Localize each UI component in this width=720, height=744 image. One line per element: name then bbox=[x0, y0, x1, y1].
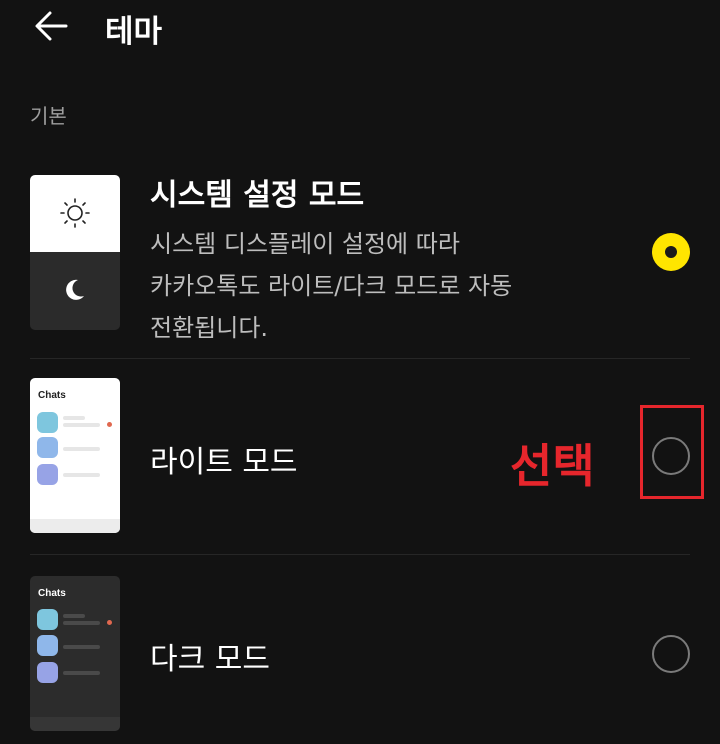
theme-option-light[interactable]: Chats 라이트 모드 bbox=[0, 365, 720, 550]
thumb-avatar bbox=[37, 609, 58, 630]
radio-dark[interactable] bbox=[652, 635, 690, 673]
annotation-label: 선택 bbox=[510, 439, 595, 493]
arrow-left-icon bbox=[35, 11, 68, 41]
light-mode-thumbnail: Chats bbox=[30, 378, 120, 533]
thumb-avatar bbox=[37, 635, 58, 656]
description-line: 전환됩니다. bbox=[150, 314, 269, 342]
dark-mode-thumbnail: Chats bbox=[30, 576, 120, 731]
app-header: 테마 bbox=[0, 0, 720, 60]
back-button[interactable] bbox=[30, 8, 74, 44]
thumb-line bbox=[63, 621, 100, 625]
system-mode-thumbnail bbox=[30, 175, 120, 330]
thumb-notification-dot bbox=[107, 422, 112, 427]
description-line: 카카오톡도 라이트/다크 모드로 자동 bbox=[150, 272, 513, 300]
thumb-chats-label: Chats bbox=[38, 588, 66, 599]
thumb-avatar bbox=[37, 662, 58, 683]
section-label: 기본 bbox=[30, 104, 67, 128]
thumb-line bbox=[63, 671, 100, 675]
radio-dot bbox=[665, 246, 677, 258]
thumb-avatar bbox=[37, 412, 58, 433]
thumb-line bbox=[63, 423, 100, 427]
system-mode-title: 시스템 설정 모드 bbox=[150, 178, 365, 213]
theme-option-dark[interactable]: Chats 다크 모드 bbox=[0, 562, 720, 744]
thumb-notification-dot bbox=[107, 620, 112, 625]
annotation-highlight-box bbox=[640, 405, 704, 499]
thumb-line bbox=[63, 614, 85, 618]
dark-mode-title: 다크 모드 bbox=[150, 642, 270, 677]
thumb-avatar bbox=[37, 464, 58, 485]
divider bbox=[30, 554, 690, 555]
thumb-line bbox=[63, 416, 85, 420]
thumb-line bbox=[63, 473, 100, 477]
thumb-avatar bbox=[37, 437, 58, 458]
moon-icon bbox=[66, 279, 84, 300]
light-mode-title: 라이트 모드 bbox=[150, 445, 298, 480]
page-title: 테마 bbox=[105, 14, 163, 50]
radio-system-selected[interactable] bbox=[652, 233, 690, 271]
thumb-tab-bar bbox=[30, 717, 120, 731]
thumb-chats-label: Chats bbox=[38, 390, 66, 401]
theme-option-system[interactable]: 시스템 설정 모드 시스템 디스플레이 설정에 따라 카카오톡도 라이트/다크 … bbox=[0, 165, 720, 355]
thumb-line bbox=[63, 645, 100, 649]
thumb-tab-bar bbox=[30, 519, 120, 533]
divider bbox=[30, 358, 690, 359]
thumb-line bbox=[63, 447, 100, 451]
sun-icon bbox=[60, 198, 90, 228]
system-mode-description: 시스템 디스플레이 설정에 따라 카카오톡도 라이트/다크 모드로 자동 전환됩… bbox=[150, 223, 580, 349]
description-line: 시스템 디스플레이 설정에 따라 bbox=[150, 230, 460, 258]
